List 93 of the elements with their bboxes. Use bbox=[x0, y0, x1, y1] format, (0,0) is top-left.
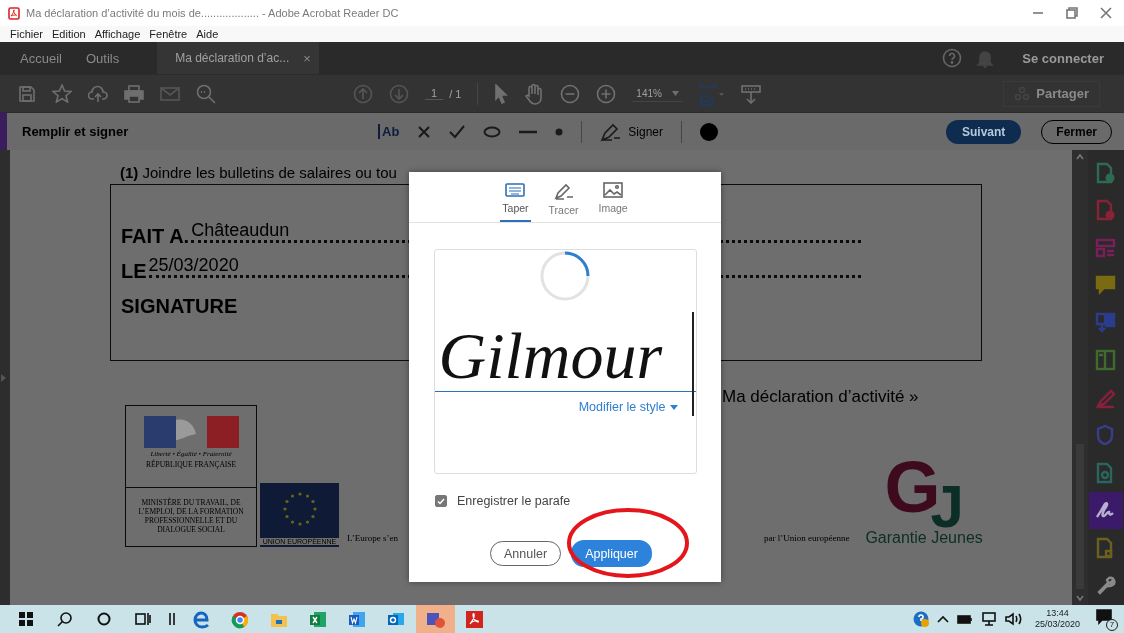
cross-mark-icon[interactable] bbox=[417, 124, 432, 139]
pen-icon bbox=[553, 182, 574, 200]
document-text: L’Europe s’en bbox=[347, 533, 398, 543]
help-icon[interactable] bbox=[942, 48, 963, 68]
footnote-text: (1) Joindre les bulletins de salaires ou tou bbox=[120, 164, 398, 181]
document-arrow-icon[interactable] bbox=[1095, 161, 1117, 184]
star-icon[interactable] bbox=[52, 84, 72, 103]
caret-icon bbox=[671, 90, 679, 96]
line-icon[interactable] bbox=[519, 129, 538, 134]
taskbar-app[interactable] bbox=[416, 605, 455, 633]
tab[interactable]: Taper bbox=[500, 172, 531, 222]
keyboard-icon bbox=[505, 182, 526, 198]
tab[interactable]: Image bbox=[596, 172, 630, 222]
page-up-icon[interactable] bbox=[353, 83, 373, 104]
menu-item[interactable]: Edition bbox=[52, 28, 86, 40]
restore-icon[interactable] bbox=[1066, 7, 1078, 19]
panel-title: Remplir et signer bbox=[22, 124, 130, 139]
field-label: LE bbox=[121, 260, 147, 283]
image-icon bbox=[603, 182, 624, 198]
menu-item[interactable]: Affichage bbox=[94, 28, 141, 40]
notification-count: 7 bbox=[1106, 619, 1118, 631]
clock[interactable]: 13:44 25/03/2020 bbox=[1034, 607, 1080, 631]
pointer-icon[interactable] bbox=[494, 83, 509, 104]
signature-text: Gilmour bbox=[437, 323, 663, 389]
zoom-in-icon[interactable] bbox=[596, 83, 617, 104]
document-text: Ma déclaration d’activité » bbox=[722, 387, 920, 407]
scroll-up-icon[interactable] bbox=[1076, 154, 1084, 160]
zoom-out-icon[interactable] bbox=[560, 83, 581, 104]
save-icon[interactable] bbox=[18, 84, 36, 103]
ellipse-icon[interactable] bbox=[483, 125, 502, 138]
document-text: par l’Union européenne bbox=[763, 533, 850, 543]
chevron-up-icon[interactable] bbox=[936, 615, 949, 623]
network-icon[interactable] bbox=[980, 612, 997, 626]
sign-button[interactable]: Signer bbox=[600, 121, 664, 142]
share-button[interactable]: Partager bbox=[1003, 80, 1100, 107]
style-link[interactable]: Modifier le style bbox=[578, 400, 678, 414]
dot-icon[interactable] bbox=[555, 127, 564, 136]
sign-in-link[interactable]: Se connecter bbox=[1022, 50, 1104, 66]
window-title: Ma déclaration d’activité du mois de................... - Adobe Acrobat Reader DC bbox=[26, 7, 399, 19]
print-icon[interactable] bbox=[124, 84, 144, 103]
pdf-icon[interactable] bbox=[464, 608, 485, 630]
logo-text: Garantie Jeunes bbox=[865, 529, 983, 547]
tab[interactable]: Tracer bbox=[546, 172, 581, 222]
tab[interactable]: Accueil bbox=[8, 42, 74, 74]
field-value: Châteaudun bbox=[191, 220, 290, 241]
page-count: / 1 bbox=[449, 87, 462, 100]
battery-icon[interactable] bbox=[956, 613, 973, 625]
bars-icon[interactable] bbox=[169, 612, 175, 626]
field-label: FAIT A. bbox=[121, 225, 190, 248]
wrench-icon[interactable] bbox=[1095, 574, 1117, 597]
task-view-icon[interactable] bbox=[134, 612, 151, 626]
clock-time: 13:44 bbox=[1046, 607, 1069, 619]
hand-icon[interactable] bbox=[524, 82, 545, 105]
apply-button[interactable]: Appliquer bbox=[571, 540, 652, 567]
tab-close-button[interactable]: × bbox=[303, 50, 311, 66]
color-swatch[interactable] bbox=[700, 122, 719, 141]
columns-icon[interactable] bbox=[1095, 349, 1117, 372]
scroll-down-icon[interactable] bbox=[1076, 595, 1084, 601]
signature-label: SIGNATURE bbox=[121, 295, 239, 318]
pen-nib-icon bbox=[600, 121, 623, 142]
menu-item[interactable]: Fichier bbox=[10, 28, 43, 40]
cancel-button[interactable]: Annuler bbox=[490, 541, 562, 566]
volume-icon[interactable] bbox=[1004, 612, 1023, 626]
page-down-icon[interactable] bbox=[389, 83, 409, 104]
windows-icon[interactable] bbox=[18, 612, 33, 626]
field-value: 25/03/2020 bbox=[148, 255, 239, 276]
menu-item[interactable]: Fenêtre bbox=[149, 28, 188, 40]
next-button[interactable]: Suivant bbox=[945, 119, 1022, 144]
tool-button[interactable] bbox=[1089, 491, 1123, 529]
clock-date: 25/03/2020 bbox=[1034, 619, 1080, 631]
ruler-download-icon[interactable] bbox=[740, 83, 761, 104]
signature-pad[interactable]: Gilmour Modifier le style bbox=[433, 249, 697, 474]
zoom-dropdown[interactable]: 141% bbox=[632, 85, 683, 102]
checkmark-icon[interactable] bbox=[449, 124, 466, 139]
tab[interactable]: Outils bbox=[73, 42, 132, 74]
help-icon[interactable] bbox=[912, 611, 929, 627]
expand-arrow-icon[interactable] bbox=[0, 373, 6, 382]
notification-icon[interactable] bbox=[1096, 609, 1112, 625]
checkbox-label: Enregistrer le parafe bbox=[457, 494, 571, 508]
check-icon bbox=[437, 497, 445, 505]
cloud-upload-icon[interactable] bbox=[88, 84, 108, 103]
add-text-tool[interactable]: Ab bbox=[378, 124, 400, 139]
comment-icon[interactable] bbox=[1095, 274, 1117, 297]
checkbox[interactable] bbox=[435, 495, 447, 507]
tab[interactable]: Ma déclaration d’ac... × bbox=[157, 42, 319, 74]
page-number-field[interactable]: 1 bbox=[425, 87, 444, 100]
search-icon[interactable] bbox=[56, 611, 73, 627]
pdf-icon bbox=[8, 6, 20, 20]
caret-icon bbox=[669, 404, 678, 410]
circle-icon[interactable] bbox=[96, 612, 111, 626]
document-plus-icon[interactable] bbox=[1095, 199, 1117, 222]
menu-item[interactable]: Aide bbox=[196, 28, 219, 40]
close-icon[interactable] bbox=[1100, 7, 1112, 19]
